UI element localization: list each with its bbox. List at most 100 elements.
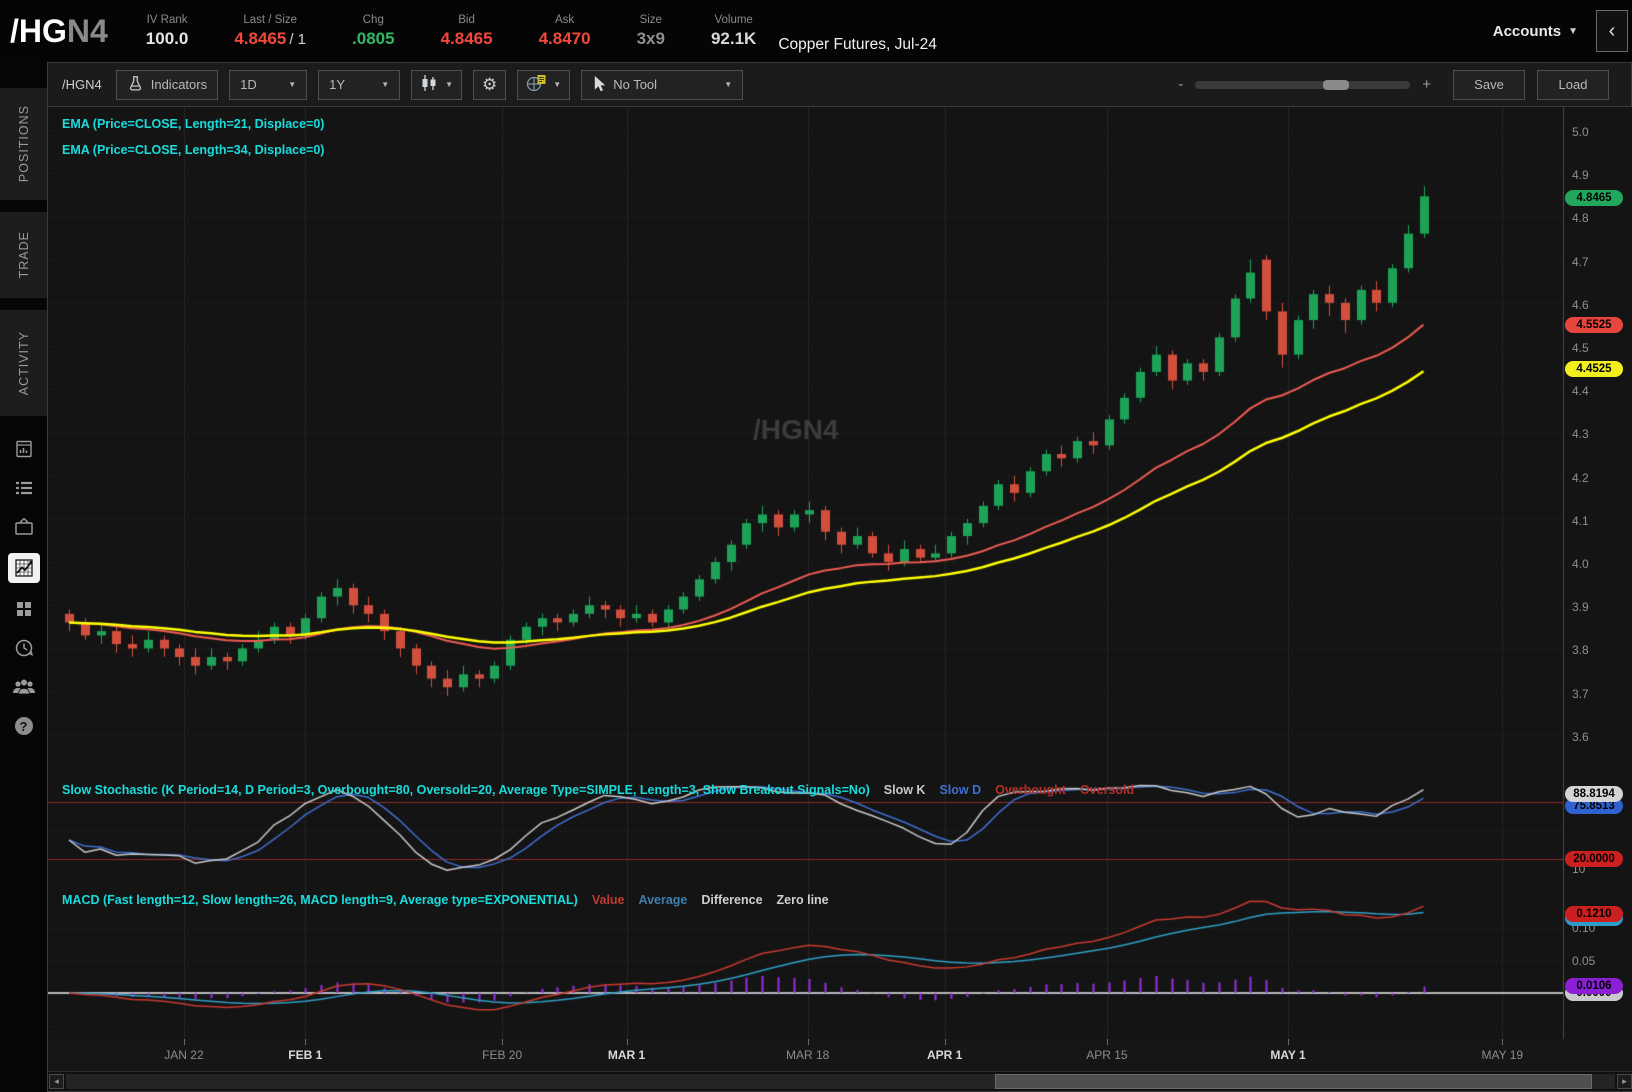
time-tick-label: MAY 19 [1481,1048,1523,1062]
price-axis-tick: 3.7 [1572,687,1589,701]
price-axis-tick: 5.0 [1572,125,1589,139]
macd-difference-bubble: 0.0106 [1565,978,1623,994]
field-value-iv-rank: 100.0 [146,29,189,49]
scroll-left-button[interactable]: ◂ [49,1074,64,1089]
range-dropdown[interactable]: 1Y ▼ [318,70,400,100]
chart-settings-button[interactable]: ⚙ [473,70,506,100]
ema34-study-label: EMA (Price=CLOSE, Length=34, Displace=0) [62,143,324,157]
stochastic-study-label: Slow Stochastic (K Period=14, D Period=3… [62,783,870,797]
sidebar-tab-trade[interactable]: TRADE [0,212,47,298]
stochastic-panel: Slow Stochastic (K Period=14, D Period=3… [48,779,1632,889]
save-button[interactable]: Save [1453,70,1525,100]
scroll-right-button[interactable]: ▸ [1617,1074,1632,1089]
sidebar-tab-activity[interactable]: ACTIVITY [0,310,47,416]
legend-item-slow-k: Slow K [884,783,926,797]
chevron-down-icon: ▼ [381,80,389,89]
time-tick-label: MAY 1 [1270,1048,1305,1062]
quote-field-volume: Volume92.1K [711,14,756,49]
field-value-chg: .0805 [352,29,395,49]
time-tick-mark [808,1039,809,1045]
indicators-label: Indicators [151,77,207,92]
price-axis-tick: 4.8 [1572,211,1589,225]
time-tick-label: FEB 1 [288,1048,322,1062]
quote-field-size: Size3x9 [637,14,665,49]
watchlist-icon[interactable] [7,475,41,501]
quote-fields: IV Rank100.0Last / Size4.8465/ 1Chg.0805… [146,14,757,49]
field-label-volume: Volume [714,14,752,26]
chart-type-dropdown[interactable]: ▼ [411,70,462,100]
time-tick-label: MAR 1 [608,1048,645,1062]
legend-item-difference: Difference [701,893,762,907]
price-axis-tick: 4.6 [1572,298,1589,312]
time-tick-mark [502,1039,503,1045]
drawing-set-icon [526,74,546,95]
question-mark-glyph: ? [15,717,33,735]
zoom-slider-thumb[interactable] [1323,80,1349,90]
tv-icon[interactable] [7,514,41,540]
slow-k-bubble: 88.8194 [1565,786,1623,802]
field-value-last-size: 4.8465/ 1 [234,29,306,49]
field-label-last-size: Last / Size [243,14,297,26]
drawing-set-dropdown[interactable]: ▼ [517,70,570,100]
sidebar-tab-positions[interactable]: POSITIONS [0,88,47,200]
chart-window: /HGN4 Indicators 1D ▼ 1Y ▼ ▼ ⚙ ▼ No Tool… [47,62,1632,1092]
collapse-panel-button[interactable]: ‹ [1596,10,1628,52]
timeframe-dropdown[interactable]: 1D ▼ [229,70,307,100]
macd-panel: MACD (Fast length=12, Slow length=26, MA… [48,889,1632,1039]
active-tool-dropdown[interactable]: No Tool ▼ [581,70,743,100]
time-tick-label: MAR 18 [786,1048,829,1062]
accounts-dropdown[interactable]: Accounts ▼ [1493,23,1578,40]
zoom-slider-track[interactable] [1195,81,1410,89]
ema21-study-label: EMA (Price=CLOSE, Length=21, Displace=0) [62,117,324,131]
history-icon[interactable] [7,635,41,661]
price-axis-tick: 3.9 [1572,600,1589,614]
chevron-down-icon: ▼ [445,80,453,89]
legend-item-value: Value [592,893,625,907]
left-sidebar: POSITIONS TRADE ACTIVITY ? [0,62,47,1092]
quote-field-bid: Bid4.8465 [441,14,493,49]
time-tick-label: APR 1 [927,1048,962,1062]
chevron-down-icon: ▼ [724,80,732,89]
time-tick-mark [1107,1039,1108,1045]
price-axis-tick: 4.1 [1572,514,1589,528]
ema34-bubble: 4.4525 [1565,361,1623,377]
range-value: 1Y [329,77,345,92]
macd-canvas[interactable] [48,889,1632,1039]
horizontal-scrollbar[interactable]: ◂ ▸ [48,1071,1632,1091]
zoom-in-button[interactable]: + [1422,76,1431,93]
price-chart-canvas[interactable] [48,107,1632,779]
quote-header: /HGN4 IV Rank100.0Last / Size4.8465/ 1Ch… [0,0,1632,62]
symbol-input[interactable]: /HGN4 [62,77,102,92]
gear-icon: ⚙ [482,75,497,95]
scrollbar-track[interactable] [66,1074,1615,1089]
community-icon[interactable] [7,674,41,700]
help-icon[interactable]: ? [7,713,41,739]
apps-grid-icon[interactable] [7,596,41,622]
time-tick-label: JAN 22 [164,1048,203,1062]
price-panel: EMA (Price=CLOSE, Length=21, Displace=0)… [48,107,1632,779]
time-tick-label: APR 15 [1086,1048,1127,1062]
load-button[interactable]: Load [1537,70,1609,100]
oversold-bubble: 20.0000 [1565,851,1623,867]
price-axis-tick: 4.5 [1572,341,1589,355]
candlestick-icon [420,75,438,94]
sidebar-tabs: POSITIONS TRADE ACTIVITY [0,88,47,416]
chevron-down-icon: ▼ [1568,26,1578,37]
price-axis-tick: 3.8 [1572,643,1589,657]
indicators-button[interactable]: Indicators [116,70,218,100]
zoom-out-button[interactable]: - [1178,76,1183,93]
price-axis-tick: 4.0 [1572,557,1589,571]
stochastic-legend: Slow Stochastic (K Period=14, D Period=3… [62,783,1134,797]
field-value-bid: 4.8465 [441,29,493,49]
field-label-ask: Ask [555,14,574,26]
scrollbar-thumb[interactable] [995,1074,1591,1089]
macd-axis-tick: 0.05 [1572,954,1595,968]
charts-icon[interactable] [8,553,40,583]
quote-field-chg: Chg.0805 [352,14,395,49]
timeframe-value: 1D [240,77,257,92]
field-value-size: 3x9 [637,29,665,49]
legend-item-slow-d: Slow D [939,783,981,797]
time-tick-label: FEB 20 [482,1048,522,1062]
report-icon[interactable] [7,436,41,462]
symbol-title: /HGN4 [10,13,108,50]
